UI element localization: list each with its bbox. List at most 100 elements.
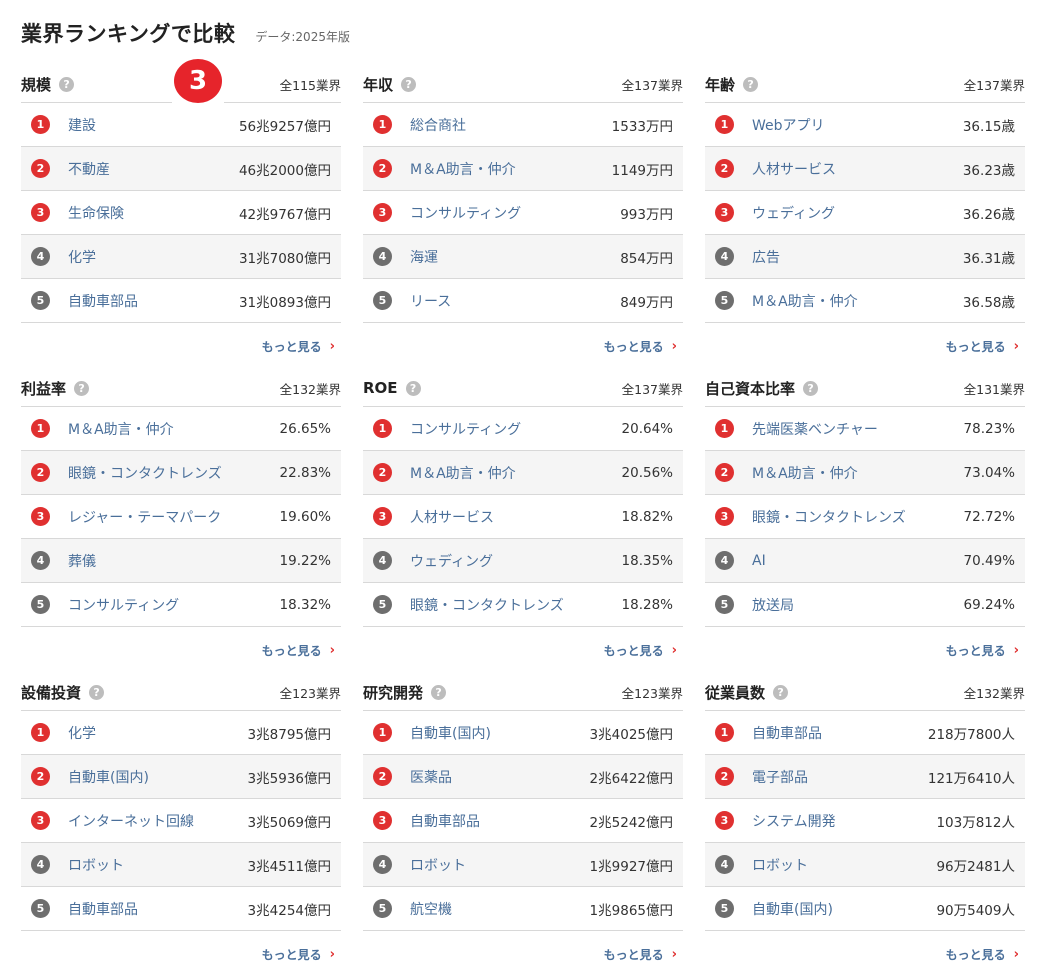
industry-link[interactable]: ロボット (752, 855, 936, 875)
industry-link[interactable]: 自動車部品 (68, 899, 248, 919)
rank-row: 3 自動車部品 2兆5242億円 (363, 799, 683, 843)
rank-row: 2 医薬品 2兆6422億円 (363, 755, 683, 799)
industry-link[interactable]: 先端医薬ベンチャー (752, 419, 964, 439)
industry-link[interactable]: 自動車部品 (410, 811, 590, 831)
rank-list: 1 自動車(国内) 3兆4025億円 2 医薬品 2兆6422億円 3 自動車部品 2兆5242… (363, 711, 683, 931)
more-link-label: もっと見る (603, 948, 664, 962)
more-link[interactable]: もっと見る › (604, 338, 677, 355)
industry-link[interactable]: ウェディング (752, 203, 963, 223)
step-marker: 3 (172, 58, 224, 104)
industry-link[interactable]: 眼鏡・コンタクトレンズ (752, 507, 964, 527)
more-link[interactable]: もっと見る › (262, 946, 335, 963)
industry-link[interactable]: コンサルティング (68, 595, 280, 615)
industry-link[interactable]: 航空機 (410, 899, 590, 919)
industry-link[interactable]: 総合商社 (410, 115, 612, 135)
more-link[interactable]: もっと見る › (604, 946, 677, 963)
industry-link[interactable]: 葬儀 (68, 551, 280, 571)
industry-link[interactable]: M＆A助言・仲介 (68, 419, 280, 439)
card-title-wrap: 研究開発? (363, 682, 447, 703)
industry-link[interactable]: コンサルティング (410, 203, 620, 223)
rank-value: 31兆0893億円 (238, 294, 331, 311)
card-title: 年収 (363, 75, 394, 94)
card-title-wrap: ROE? (363, 379, 421, 397)
industry-link[interactable]: システム開発 (752, 811, 936, 831)
rank-row: 4 AI 70.49% (705, 539, 1025, 583)
rank-badge: 3 (373, 507, 392, 526)
ranking-card: 自己資本比率? 全131業界 1 先端医薬ベンチャー 78.23% 2 M＆A助言・仲介 73… (705, 370, 1025, 674)
industry-link[interactable]: インターネット回線 (68, 811, 248, 831)
rank-row: 5 自動車(国内) 90万5409人 (705, 887, 1025, 931)
industry-link[interactable]: AI (752, 553, 964, 569)
rank-badge: 5 (715, 291, 734, 310)
card-title-wrap: 自己資本比率? (705, 378, 819, 399)
industry-link[interactable]: 海運 (410, 247, 620, 267)
rank-badge: 1 (715, 115, 734, 134)
help-icon[interactable]: ? (401, 76, 417, 92)
rank-list: 1 自動車部品 218万7800人 2 電子部品 121万6410人 3 システム開発 103万… (705, 711, 1025, 931)
industry-link[interactable]: ウェディング (410, 551, 622, 571)
industry-link[interactable]: 自動車(国内) (752, 899, 936, 919)
rank-row: 1 総合商社 1533万円 (363, 103, 683, 147)
help-icon[interactable]: ? (773, 684, 789, 700)
more-link[interactable]: もっと見る › (604, 642, 677, 659)
rank-value: 36.23歳 (962, 162, 1015, 179)
industry-link[interactable]: Webアプリ (752, 115, 963, 135)
rank-value: 121万6410人 (927, 770, 1015, 787)
industry-link[interactable]: リース (410, 291, 620, 311)
industry-link[interactable]: 自動車(国内) (68, 767, 248, 787)
more-link[interactable]: もっと見る › (946, 642, 1019, 659)
industry-link[interactable]: ロボット (410, 855, 590, 875)
ranking-card: 規模? 全115業界 1 建設 56兆9257億円 2 不動産 46兆2000億円 3 生命保険 4… (21, 66, 341, 370)
card-header: 年収? 全137業界 (363, 66, 683, 103)
rank-row: 2 電子部品 121万6410人 (705, 755, 1025, 799)
industry-link[interactable]: 人材サービス (410, 507, 622, 527)
industry-link[interactable]: ロボット (68, 855, 248, 875)
industry-link[interactable]: 自動車部品 (752, 723, 928, 743)
industry-link[interactable]: M＆A助言・仲介 (752, 463, 964, 483)
industry-link[interactable]: 人材サービス (752, 159, 963, 179)
industry-link[interactable]: 眼鏡・コンタクトレンズ (68, 463, 280, 483)
chevron-right-icon: › (329, 947, 335, 962)
help-icon[interactable]: ? (743, 76, 759, 92)
more-link[interactable]: もっと見る › (262, 642, 335, 659)
more-link[interactable]: もっと見る › (262, 338, 335, 355)
rank-value: 3兆4254億円 (247, 902, 331, 919)
industry-link[interactable]: 化学 (68, 247, 239, 267)
help-icon[interactable]: ? (59, 76, 75, 92)
ranking-card: 年齢? 全137業界 1 Webアプリ 36.15歳 2 人材サービス 36.23歳 3 ウェディ… (705, 66, 1025, 370)
industry-link[interactable]: コンサルティング (410, 419, 622, 439)
rank-row: 1 M＆A助言・仲介 26.65% (21, 407, 341, 451)
chevron-right-icon: › (1013, 947, 1019, 962)
industry-link[interactable]: 眼鏡・コンタクトレンズ (410, 595, 622, 615)
industry-link[interactable]: M＆A助言・仲介 (410, 463, 622, 483)
rank-badge: 4 (715, 855, 734, 874)
more-link[interactable]: もっと見る › (946, 338, 1019, 355)
industry-link[interactable]: 化学 (68, 723, 248, 743)
industry-link[interactable]: 広告 (752, 247, 963, 267)
industry-link[interactable]: 自動車(国内) (410, 723, 590, 743)
help-icon[interactable]: ? (89, 684, 105, 700)
data-version-label: データ:2025年版 (255, 30, 350, 44)
rank-row: 5 M＆A助言・仲介 36.58歳 (705, 279, 1025, 323)
rank-value: 31兆7080億円 (238, 250, 331, 267)
industry-link[interactable]: 電子部品 (752, 767, 928, 787)
more-link-label: もっと見る (945, 644, 1006, 658)
help-icon[interactable]: ? (803, 380, 819, 396)
industry-count: 全123業界 (279, 685, 341, 701)
industry-link[interactable]: 医薬品 (410, 767, 590, 787)
industry-link[interactable]: 生命保険 (68, 203, 239, 223)
rank-badge: 3 (373, 203, 392, 222)
industry-link[interactable]: 建設 (68, 115, 239, 135)
industry-link[interactable]: レジャー・テーマパーク (68, 507, 280, 527)
help-icon[interactable]: ? (405, 380, 421, 396)
industry-link[interactable]: 不動産 (68, 159, 239, 179)
help-icon[interactable]: ? (431, 684, 447, 700)
help-icon[interactable]: ? (74, 380, 90, 396)
industry-link[interactable]: M＆A助言・仲介 (752, 291, 963, 311)
card-title: 利益率 (21, 379, 67, 398)
industry-link[interactable]: 自動車部品 (68, 291, 239, 311)
rank-row: 1 化学 3兆8795億円 (21, 711, 341, 755)
more-link[interactable]: もっと見る › (946, 946, 1019, 963)
industry-link[interactable]: M＆A助言・仲介 (410, 159, 612, 179)
industry-link[interactable]: 放送局 (752, 595, 964, 615)
